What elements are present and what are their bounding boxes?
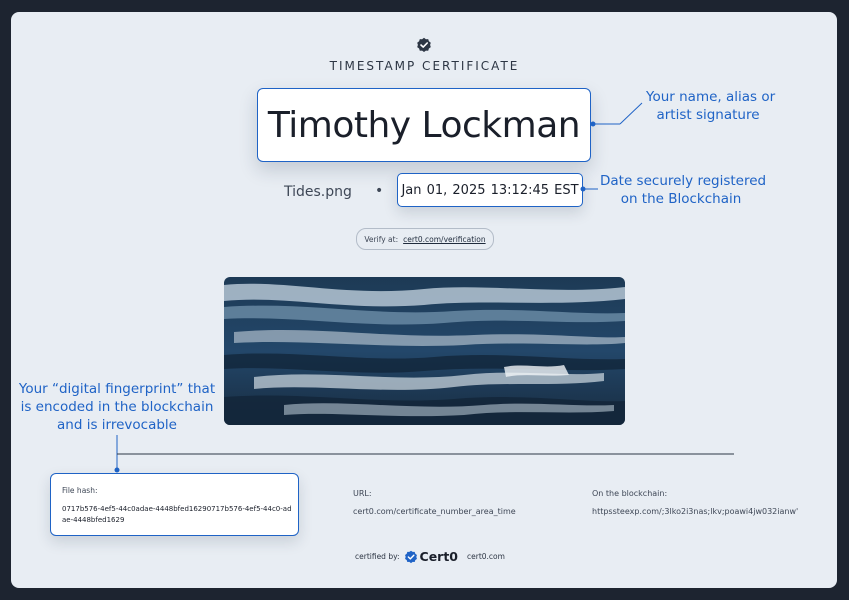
cert0-badge-icon — [404, 550, 417, 563]
annotation-date: Date securely registered on the Blockcha… — [600, 172, 767, 208]
blockchain-label: On the blockchain: — [592, 489, 668, 498]
cert0-domain[interactable]: cert0.com — [467, 552, 505, 561]
blockchain-value[interactable]: httpssteexp.com/;3lko2i3nas;lkv;poawi4jw… — [592, 507, 798, 516]
annotation-name: Your name, alias or artist signature — [646, 88, 776, 124]
annotation-date-line-2: on the Blockchain — [620, 191, 742, 207]
separator-dot: • — [375, 183, 384, 199]
url-label: URL: — [353, 489, 372, 498]
annotation-name-line-1: Your name, alias or — [646, 89, 776, 105]
verified-badge-icon — [417, 37, 431, 52]
verify-pill: Verify at: cert0.com/verification — [356, 228, 494, 250]
timestamp-box: Jan 01, 2025 13:12:45 EST — [397, 173, 583, 207]
annotation-fingerprint: Your “digital fingerprint” that is encod… — [12, 380, 222, 434]
annotation-name-line-2: artist signature — [656, 107, 760, 123]
artwork-image — [224, 277, 625, 425]
file-hash-value: 0717b576-4ef5-44c0adae-4448bfed16290717b… — [62, 505, 292, 524]
cert0-logo-text: Cert0 — [419, 549, 459, 564]
certified-by: certified by: Cert0 cert0.com — [355, 549, 505, 564]
url-value[interactable]: cert0.com/certificate_number_area_time — [353, 507, 516, 516]
annotation-date-line-1: Date securely registered — [600, 173, 767, 189]
file-name: Tides.png — [284, 184, 352, 200]
page: TIMESTAMP CERTIFICATE Timothy Lockman Ti… — [0, 0, 849, 600]
annotation-fingerprint-line-1: Your “digital fingerprint” that — [18, 381, 216, 397]
timestamp-text: Jan 01, 2025 13:12:45 EST — [401, 182, 579, 198]
certified-by-label: certified by: — [355, 552, 400, 561]
verify-link[interactable]: cert0.com/verification — [403, 235, 486, 244]
file-hash-box: File hash: 0717b576-4ef5-44c0adae-4448bf… — [50, 473, 299, 536]
file-hash-label: File hash: — [62, 486, 98, 495]
certificate-title: TIMESTAMP CERTIFICATE — [329, 59, 520, 73]
annotation-fingerprint-line-3: and is irrevocable — [57, 417, 177, 433]
owner-name-box: Timothy Lockman — [257, 88, 591, 162]
annotation-fingerprint-line-2: is encoded in the blockchain — [20, 399, 214, 415]
verify-label: Verify at: — [364, 234, 399, 244]
abstract-ocean-painting-icon — [224, 277, 625, 425]
owner-name: Timothy Lockman — [267, 104, 581, 146]
